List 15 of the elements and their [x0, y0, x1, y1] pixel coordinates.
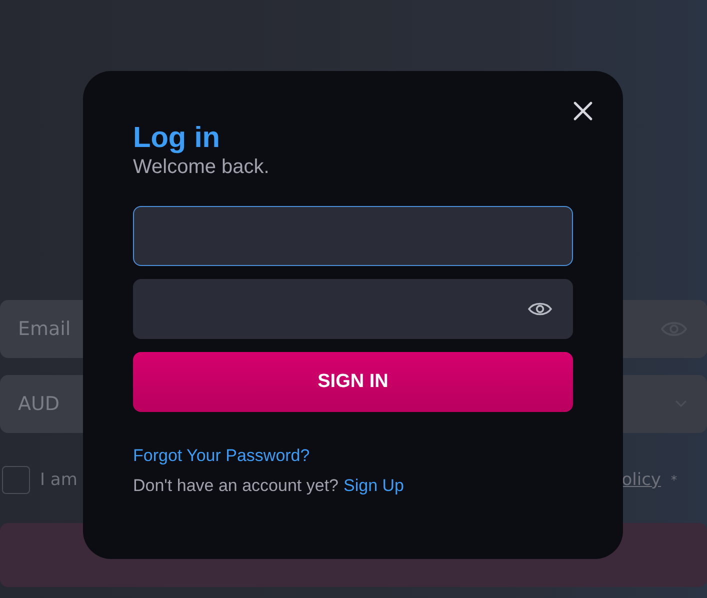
- required-mark: *: [671, 473, 677, 487]
- close-icon[interactable]: [573, 101, 593, 121]
- password-field[interactable]: [133, 279, 573, 339]
- checkbox[interactable]: [2, 466, 30, 494]
- input-field[interactable]: [133, 206, 573, 266]
- email-placeholder: Email: [18, 318, 71, 340]
- sign-in-button[interactable]: SIGN IN: [133, 352, 573, 412]
- currency-value: AUD: [18, 393, 60, 415]
- signup-prompt: Don't have an account yet?: [133, 475, 338, 497]
- dialog-title: Log in: [133, 121, 221, 155]
- sign-up-link[interactable]: Sign Up: [344, 475, 404, 497]
- eye-icon[interactable]: [528, 301, 552, 317]
- terms-label: I am: [40, 470, 78, 490]
- forgot-password-link[interactable]: Forgot Your Password?: [133, 445, 310, 467]
- dialog-subtitle: Welcome back.: [133, 155, 270, 179]
